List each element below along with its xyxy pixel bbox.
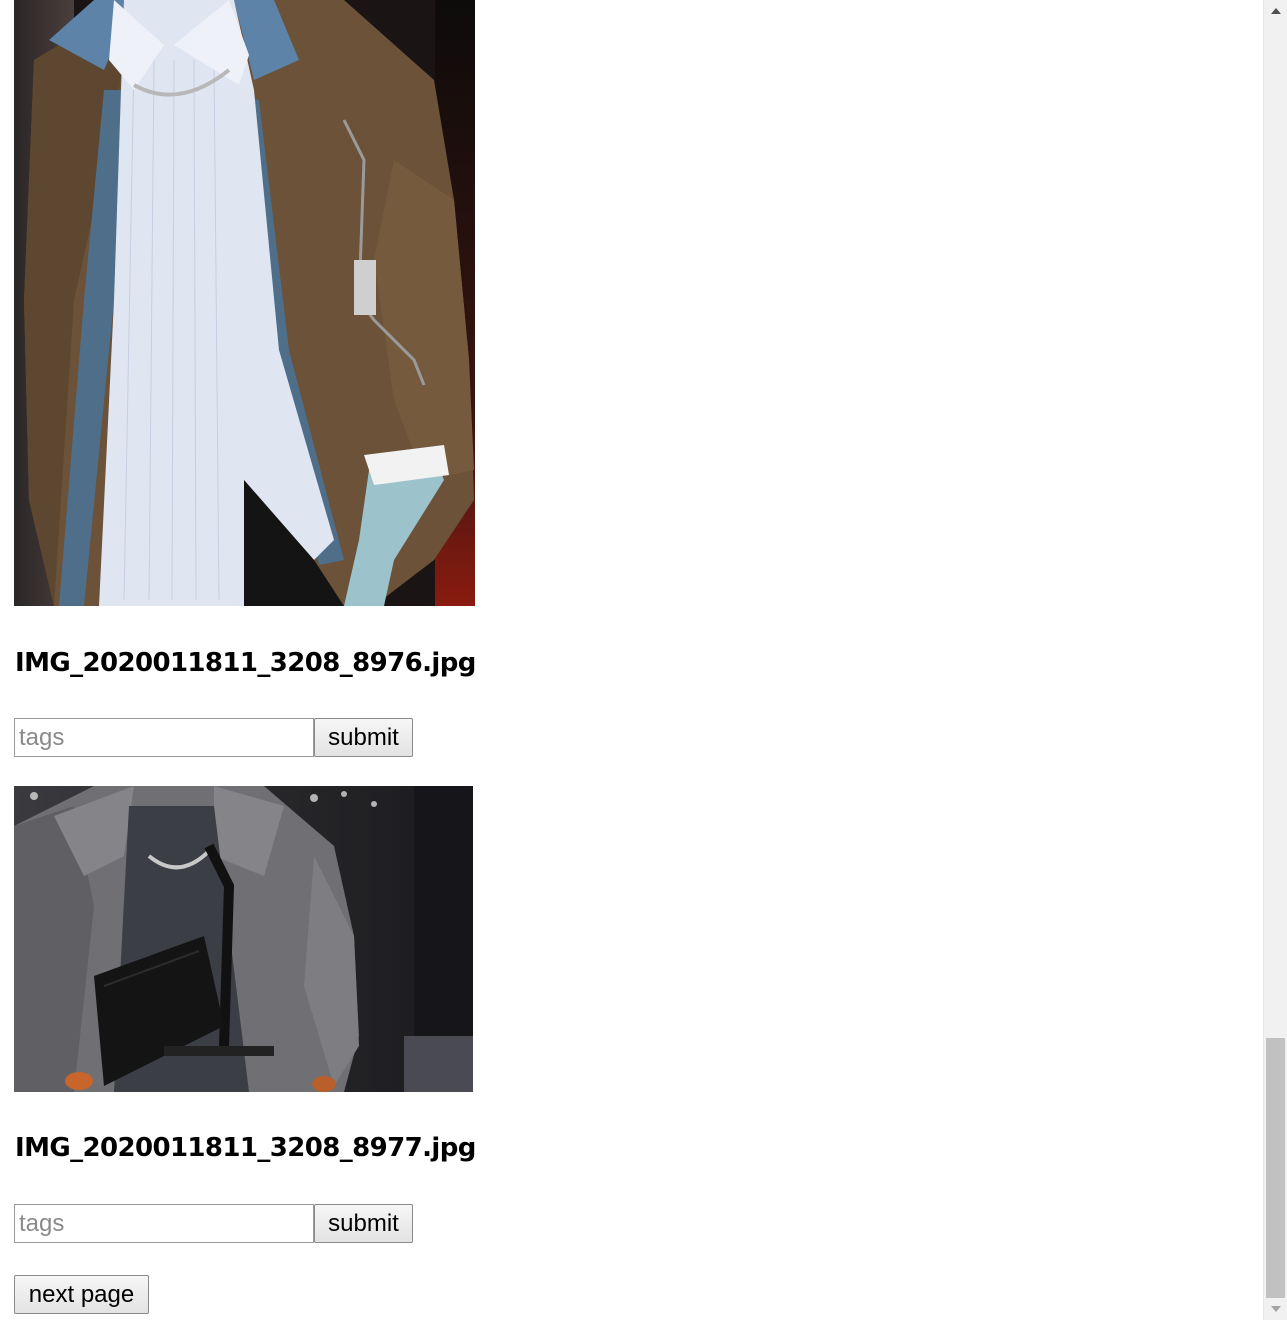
fur-jacket-illustration	[14, 786, 473, 1092]
next-page-button[interactable]: next page	[14, 1275, 149, 1314]
vertical-scrollbar[interactable]	[1263, 0, 1287, 1320]
submit-button[interactable]: submit	[314, 718, 413, 757]
image-filename: IMG_2020011811_3208_8977.jpg	[15, 1133, 476, 1163]
scrollbar-thumb[interactable]	[1266, 1038, 1285, 1298]
image-filename: IMG_2020011811_3208_8976.jpg	[15, 648, 476, 678]
tag-form: submit	[14, 1204, 413, 1243]
tag-form: submit	[14, 718, 413, 757]
runway-photo-fur-jacket	[14, 786, 473, 1092]
tags-input[interactable]	[14, 718, 314, 757]
scroll-up-arrow-icon[interactable]	[1264, 0, 1287, 22]
submit-button[interactable]: submit	[314, 1204, 413, 1243]
runway-photo-brown-coat	[14, 0, 475, 606]
page-content: IMG_2020011811_3208_8976.jpg submit	[0, 0, 1263, 1320]
scroll-down-arrow-icon[interactable]	[1264, 1298, 1287, 1320]
brown-coat-illustration	[24, 0, 474, 606]
tags-input[interactable]	[14, 1204, 314, 1243]
